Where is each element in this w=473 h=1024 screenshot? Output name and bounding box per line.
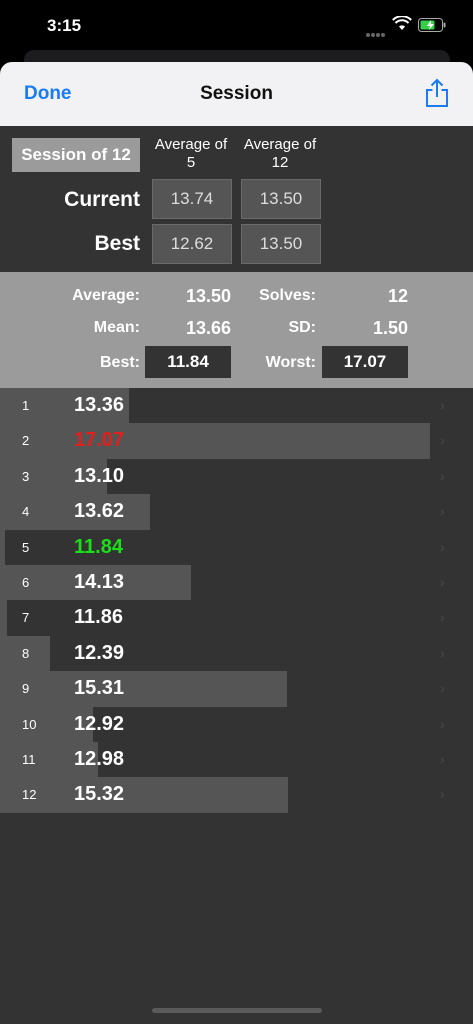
mean-value: 13.66 xyxy=(185,318,231,338)
chevron-right-icon: › xyxy=(440,715,445,732)
cellular-signal-icon xyxy=(366,24,386,37)
chevron-right-icon: › xyxy=(440,432,445,449)
solve-number: 1 xyxy=(22,398,30,413)
solve-time: 12.92 xyxy=(74,712,125,735)
chevron-right-icon: › xyxy=(440,644,445,661)
share-icon[interactable] xyxy=(424,78,450,108)
solve-time: 17.07 xyxy=(74,429,125,452)
solve-number: 10 xyxy=(22,716,37,732)
average-of-12-header: Average of 12 xyxy=(243,136,317,171)
solve-row[interactable]: 9 15.31 › xyxy=(0,671,473,707)
solve-number: 6 xyxy=(22,574,30,590)
solve-time-bar xyxy=(0,671,287,707)
worst-single-value: 17.07 xyxy=(322,346,408,378)
solve-time-bar xyxy=(0,423,430,459)
solve-row[interactable]: 4 13.62 › xyxy=(0,494,473,530)
session-sheet: Done Session Session of 12 Average of 5 … xyxy=(0,62,473,1024)
worst-single-label: Worst: xyxy=(265,354,316,371)
current-label: Current xyxy=(64,188,140,211)
session-summary: Average: 13.50 Solves: 12 Mean: 13.66 SD… xyxy=(0,272,473,388)
best-average-of-12: 13.50 xyxy=(241,224,321,264)
average-of-5-header: Average of 5 xyxy=(154,136,228,171)
solve-number: 3 xyxy=(22,468,30,484)
averages-panel: Session of 12 Average of 5 Average of 12… xyxy=(0,126,473,272)
solve-time: 14.13 xyxy=(74,570,125,593)
page-title: Session xyxy=(200,83,273,104)
average-value: 13.50 xyxy=(185,286,231,306)
battery-charging-icon xyxy=(418,18,446,32)
best-average-of-5: 12.62 xyxy=(152,224,232,264)
chevron-right-icon: › xyxy=(440,573,445,590)
solve-time: 13.10 xyxy=(74,464,125,487)
solve-time: 13.36 xyxy=(74,394,125,416)
solve-row[interactable]: 1 13.36 › xyxy=(0,388,473,424)
solve-row[interactable]: 5 11.84 › xyxy=(0,529,473,565)
solve-time-bar xyxy=(0,600,7,636)
solve-time: 11.84 xyxy=(74,535,123,558)
solves-label: Solves: xyxy=(259,287,316,304)
chevron-right-icon: › xyxy=(440,503,445,520)
chevron-right-icon: › xyxy=(440,750,445,767)
solve-number: 12 xyxy=(22,787,37,803)
chevron-right-icon: › xyxy=(440,467,445,484)
best-single-value: 11.84 xyxy=(145,346,231,378)
solve-time: 11.86 xyxy=(74,606,123,629)
solve-number: 9 xyxy=(22,681,30,697)
solve-time: 12.39 xyxy=(74,641,125,664)
solve-row[interactable]: 3 13.10 › xyxy=(0,458,473,495)
best-label: Best xyxy=(94,232,140,255)
sd-label: SD: xyxy=(288,319,316,336)
chevron-right-icon: › xyxy=(440,397,445,413)
solve-row[interactable]: 8 12.39 › xyxy=(0,635,473,672)
solves-value: 12 xyxy=(387,286,408,306)
solve-time-bar xyxy=(0,777,288,813)
solve-number: 7 xyxy=(22,610,30,626)
current-average-of-12: 13.50 xyxy=(241,179,321,219)
solve-row[interactable]: 2 17.07 › xyxy=(0,423,473,459)
solve-number: 8 xyxy=(22,645,30,661)
status-bar: 3:15 xyxy=(0,0,473,50)
solve-time: 15.32 xyxy=(74,783,125,806)
home-indicator xyxy=(152,1008,322,1013)
wifi-icon xyxy=(392,16,412,30)
sd-value: 1.50 xyxy=(372,318,408,338)
navigation-bar: Done Session xyxy=(0,62,473,127)
solve-row[interactable]: 7 11.86 › xyxy=(0,600,473,636)
status-time: 3:15 xyxy=(47,16,82,35)
solve-number: 2 xyxy=(22,433,30,449)
solve-number: 5 xyxy=(22,539,30,555)
best-single-label: Best: xyxy=(99,354,140,371)
solve-number: 11 xyxy=(22,751,36,767)
mean-label: Mean: xyxy=(93,319,140,336)
solve-time: 13.62 xyxy=(74,500,125,523)
current-average-of-5: 13.74 xyxy=(152,179,232,219)
chevron-right-icon: › xyxy=(440,609,445,626)
solve-row[interactable]: 6 14.13 › xyxy=(0,564,473,601)
solve-time-bar xyxy=(0,529,5,565)
solve-row[interactable]: 11 12.98 › xyxy=(0,741,473,778)
solve-row[interactable]: 10 12.92 › xyxy=(0,706,473,742)
chevron-right-icon: › xyxy=(440,786,445,803)
solve-time: 15.31 xyxy=(74,677,125,700)
solve-row[interactable]: 12 15.32 › xyxy=(0,777,473,813)
solves-list: 1 13.36 › 2 17.07 › 3 13.10 › 4 13.62 › 5 11.84 › 6 14.1… xyxy=(0,388,473,813)
chevron-right-icon: › xyxy=(440,538,445,555)
average-label: Average: xyxy=(72,287,140,304)
solve-number: 4 xyxy=(22,504,30,520)
solve-time: 12.98 xyxy=(74,747,125,770)
chevron-right-icon: › xyxy=(440,680,445,697)
session-count-label: Session of 12 xyxy=(12,138,140,172)
